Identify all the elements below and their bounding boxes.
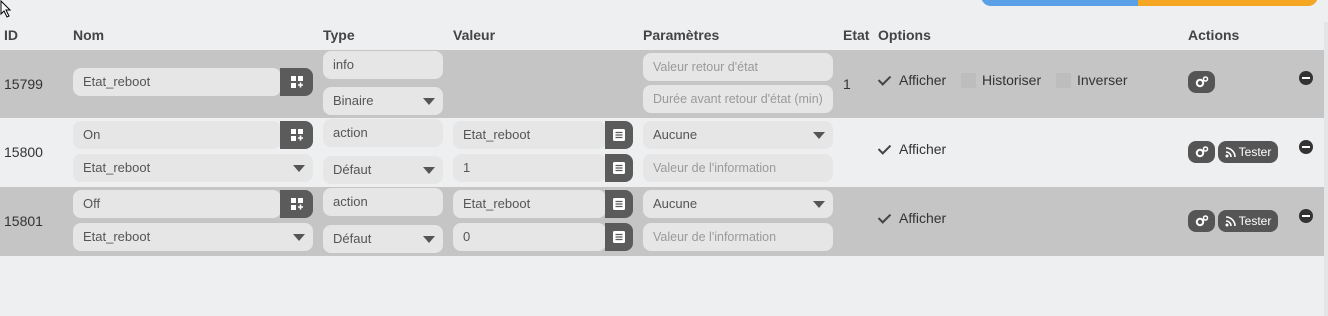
etat-value: 1 <box>843 76 851 92</box>
configure-button[interactable] <box>280 68 313 96</box>
value-input[interactable]: Etat_reboot <box>453 121 606 149</box>
afficher-checkbox[interactable]: Afficher <box>878 141 946 157</box>
header-parametres: Paramètres <box>643 27 720 43</box>
info-value-input[interactable]: Valeur de l'information <box>643 223 833 251</box>
param-select[interactable]: Aucune <box>643 121 833 149</box>
type-input[interactable]: info <box>323 51 443 79</box>
row-id: 15800 <box>4 144 43 160</box>
advanced-config-button[interactable] <box>1188 71 1215 93</box>
value2-input[interactable]: 0 <box>453 223 606 251</box>
checkbox-empty-icon <box>961 72 976 88</box>
subtype-select[interactable]: Binaire <box>323 87 443 115</box>
row-id: 15799 <box>4 76 43 92</box>
configure-icon <box>290 198 303 210</box>
type-input[interactable]: action <box>323 119 443 147</box>
info-value-input[interactable]: Valeur de l'information <box>643 154 833 182</box>
list-button[interactable] <box>605 190 633 218</box>
test-button[interactable]: Tester <box>1218 210 1278 232</box>
remove-command-icon[interactable] <box>1299 209 1313 223</box>
historiser-checkbox[interactable]: Historiser <box>961 72 1041 88</box>
list-button[interactable] <box>605 154 633 182</box>
afficher-label: Afficher <box>899 210 947 226</box>
row-id: 15801 <box>4 213 43 229</box>
afficher-checkbox[interactable]: Afficher <box>878 210 946 226</box>
gears-icon <box>1195 76 1208 88</box>
value-input[interactable]: Etat_reboot <box>453 190 606 218</box>
header-valeur: Valeur <box>453 27 496 43</box>
name-input[interactable]: Etat_reboot <box>73 68 281 96</box>
gears-icon <box>1195 215 1208 227</box>
type-input[interactable]: action <box>323 188 443 216</box>
configure-button[interactable] <box>280 121 313 149</box>
remove-command-icon[interactable] <box>1299 71 1313 85</box>
rss-icon <box>1225 146 1236 157</box>
inverser-checkbox[interactable]: Inverser <box>1056 72 1128 88</box>
header-etat: Etat <box>843 27 870 43</box>
rss-icon <box>1225 215 1236 226</box>
list-icon <box>613 231 625 243</box>
list-icon <box>613 198 625 210</box>
return-value-input[interactable]: Valeur retour d'état <box>643 53 833 81</box>
mouse-cursor-icon <box>0 0 12 18</box>
top-tabs-fragment <box>981 0 1318 6</box>
remove-command-icon[interactable] <box>1299 140 1313 154</box>
test-button[interactable]: Tester <box>1218 141 1278 163</box>
name-input[interactable]: On <box>73 121 281 149</box>
table-row: 15799 Etat_reboot info Binaire Valeur re… <box>0 50 1324 118</box>
param-select[interactable]: Aucune <box>643 190 833 218</box>
configure-icon <box>290 129 303 141</box>
header-options: Options <box>878 27 931 43</box>
value2-input[interactable]: 1 <box>453 154 606 182</box>
linked-info-select[interactable]: Etat_reboot <box>73 154 313 182</box>
top-blue-tab[interactable] <box>981 0 1141 6</box>
gears-icon <box>1195 146 1208 158</box>
list-button[interactable] <box>605 121 633 149</box>
list-button[interactable] <box>605 223 633 251</box>
subtype-select[interactable]: Défaut <box>323 225 443 253</box>
name-input[interactable]: Off <box>73 190 281 218</box>
inverser-label: Inverser <box>1077 72 1128 88</box>
scrollbar-track[interactable] <box>1324 22 1328 316</box>
table-row: 15801 Off Etat_reboot action Défaut Etat… <box>0 187 1324 256</box>
configure-icon <box>290 76 303 88</box>
test-label: Tester <box>1238 145 1272 159</box>
afficher-label: Afficher <box>899 72 947 88</box>
header-actions: Actions <box>1188 27 1240 43</box>
checkbox-empty-icon <box>1056 72 1071 88</box>
table-row: 15800 On Etat_reboot action Défaut Etat_… <box>0 118 1324 187</box>
header-type: Type <box>323 27 355 43</box>
checkbox-checked-icon <box>878 142 893 157</box>
linked-info-select[interactable]: Etat_reboot <box>73 223 313 251</box>
advanced-config-button[interactable] <box>1188 210 1215 232</box>
configure-button[interactable] <box>280 190 313 218</box>
historiser-label: Historiser <box>982 72 1042 88</box>
top-orange-tab[interactable] <box>1138 0 1318 6</box>
subtype-select[interactable]: Défaut <box>323 156 443 184</box>
header-nom: Nom <box>73 27 105 43</box>
checkbox-checked-icon <box>878 73 893 88</box>
afficher-checkbox[interactable]: Afficher <box>878 72 946 88</box>
table-header: ID Nom Type Valeur Paramètres Etat Optio… <box>0 22 1324 50</box>
afficher-label: Afficher <box>899 141 947 157</box>
header-id: ID <box>4 27 18 43</box>
list-icon <box>613 129 625 141</box>
advanced-config-button[interactable] <box>1188 141 1215 163</box>
return-delay-input[interactable]: Durée avant retour d'état (min) <box>643 85 833 113</box>
test-label: Tester <box>1238 214 1272 228</box>
list-icon <box>613 162 625 174</box>
checkbox-checked-icon <box>878 211 893 226</box>
